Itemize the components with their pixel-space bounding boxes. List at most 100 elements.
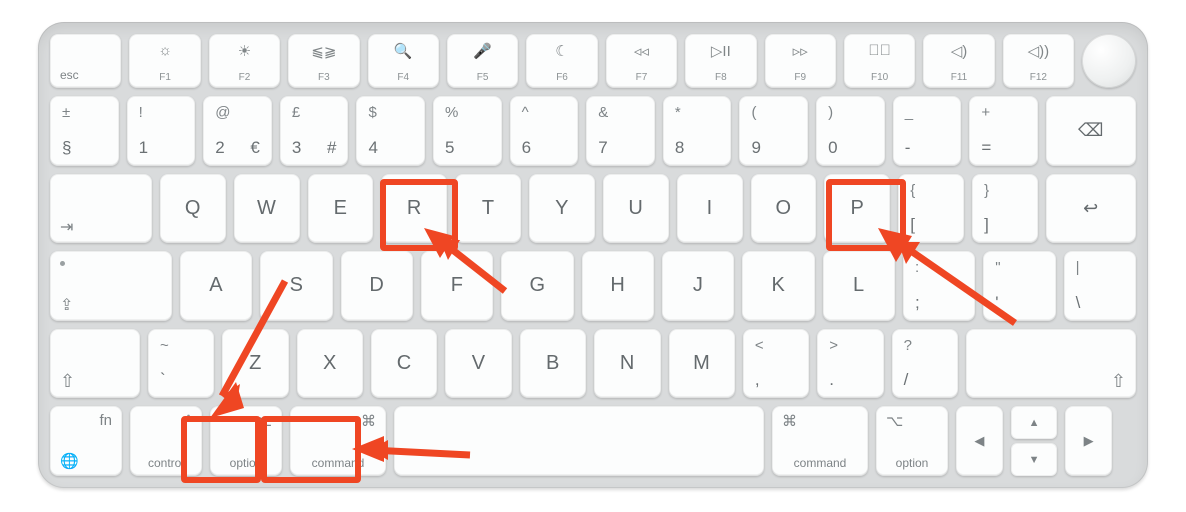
key-0[interactable]: )0 [816,96,885,166]
key-r[interactable]: R [381,174,447,244]
key-space[interactable] [394,406,764,476]
key-4[interactable]: $4 [356,96,425,166]
key-e[interactable]: E [308,174,374,244]
key-a[interactable]: A [180,251,252,321]
key-fn[interactable]: fn 🌐 [50,406,122,476]
key-v[interactable]: V [445,329,511,399]
mission-control-icon: ⫹⫺ [311,42,336,60]
key-z[interactable]: Z [222,329,288,399]
key-9[interactable]: (9 [739,96,808,166]
key-b[interactable]: B [520,329,586,399]
key-n[interactable]: N [594,329,660,399]
key-f8[interactable]: ▷IIF8 [685,34,756,88]
key-grave[interactable]: ~` [148,329,214,399]
key-command-right[interactable]: ⌘ command [772,406,868,476]
key-comma[interactable]: <, [743,329,809,399]
command-icon: ⌘ [782,412,797,430]
key-f[interactable]: F [421,251,493,321]
mute-icon: ◁⃠ [868,42,891,59]
key-option-left[interactable]: ⌥ option [210,406,282,476]
key-h[interactable]: H [582,251,654,321]
key-f10[interactable]: ◁⃠F10 [844,34,915,88]
key-x[interactable]: X [297,329,363,399]
key-5[interactable]: %5 [433,96,502,166]
key-c[interactable]: C [371,329,437,399]
key-f7[interactable]: ◃◃F7 [606,34,677,88]
key-f3[interactable]: ⫹⫺F3 [288,34,359,88]
key-bracket-right[interactable]: }] [972,174,1038,244]
key-p[interactable]: P [824,174,890,244]
key-u[interactable]: U [603,174,669,244]
key-f4[interactable]: 🔍F4 [368,34,439,88]
key-8[interactable]: *8 [663,96,732,166]
key-f5[interactable]: 🎤F5 [447,34,518,88]
key-f2[interactable]: ☀F2 [209,34,280,88]
key-esc[interactable]: esc [50,34,121,88]
arrow-up-icon: ▲ [1029,417,1040,429]
key-f12[interactable]: ◁))F12 [1003,34,1074,88]
key-shift-left[interactable]: ⇧ [50,329,140,399]
key-s[interactable]: S [260,251,332,321]
key-minus[interactable]: _- [893,96,962,166]
key-j[interactable]: J [662,251,734,321]
key-control[interactable]: ^ control [130,406,202,476]
key-arrow-up[interactable]: ▲ [1011,406,1058,439]
touch-id[interactable] [1082,34,1136,88]
key-arrow-right[interactable]: ▶ [1065,406,1112,476]
spotlight-icon: 🔍 [394,42,413,60]
control-icon: ^ [185,412,192,429]
key-option-right[interactable]: ⌥ option [876,406,948,476]
key-w[interactable]: W [234,174,300,244]
key-section[interactable]: ±§ [50,96,119,166]
key-f11[interactable]: ◁)F11 [923,34,994,88]
key-command-left[interactable]: ⌘ command [290,406,386,476]
key-l[interactable]: L [823,251,895,321]
key-2[interactable]: @2€ [203,96,272,166]
key-3[interactable]: £3# [280,96,349,166]
key-k[interactable]: K [742,251,814,321]
key-q[interactable]: Q [160,174,226,244]
key-y[interactable]: Y [529,174,595,244]
globe-icon: 🌐 [60,452,79,470]
arrow-cluster: ◀ ▲ ▼ ▶ [956,406,1112,476]
caps-icon: ⇪ [60,295,73,315]
fast-forward-icon: ▹▹ [793,42,808,60]
key-shift-right[interactable]: ⇧ [966,329,1136,399]
key-f9[interactable]: ▹▹F9 [765,34,836,88]
caps-indicator-icon [60,261,65,266]
key-bracket-left[interactable]: {[ [898,174,964,244]
key-semicolon[interactable]: :; [903,251,975,321]
key-d[interactable]: D [341,251,413,321]
key-backslash[interactable]: |\ [1064,251,1136,321]
key-o[interactable]: O [751,174,817,244]
key-arrow-down[interactable]: ▼ [1011,443,1058,476]
key-7[interactable]: &7 [586,96,655,166]
key-m[interactable]: M [669,329,735,399]
key-t[interactable]: T [455,174,521,244]
key-1[interactable]: !1 [127,96,196,166]
return-icon: ↩ [1083,198,1099,219]
row-home: ⇪ A S D F G H J K L :; "' |\ [50,251,1136,321]
row-bottom: fn 🌐 ^ control ⌥ option ⌘ command ⌘ [50,406,1136,476]
key-6[interactable]: ^6 [510,96,579,166]
key-period[interactable]: >. [817,329,883,399]
key-backspace[interactable]: ⌫ [1046,96,1136,166]
key-i[interactable]: I [677,174,743,244]
brightness-up-icon: ☀ [238,42,251,60]
key-tab[interactable]: ⇥ [50,174,152,244]
key-quote[interactable]: "' [983,251,1055,321]
key-return[interactable]: ↩ [1046,174,1136,244]
row-shift: ⇧ ~` Z X C V B N M <, >. ?/ ⇧ [50,329,1136,399]
option-icon: ⌥ [886,412,903,430]
key-equals[interactable]: += [969,96,1038,166]
option-icon: ⌥ [255,412,272,430]
tab-icon: ⇥ [60,217,73,237]
key-g[interactable]: G [501,251,573,321]
key-f1[interactable]: ☼F1 [129,34,200,88]
key-arrow-left[interactable]: ◀ [956,406,1003,476]
arrow-left-icon: ◀ [974,433,984,449]
key-slash[interactable]: ?/ [892,329,958,399]
shift-icon: ⇧ [60,371,75,392]
key-caps-lock[interactable]: ⇪ [50,251,172,321]
key-f6[interactable]: ☾F6 [526,34,597,88]
